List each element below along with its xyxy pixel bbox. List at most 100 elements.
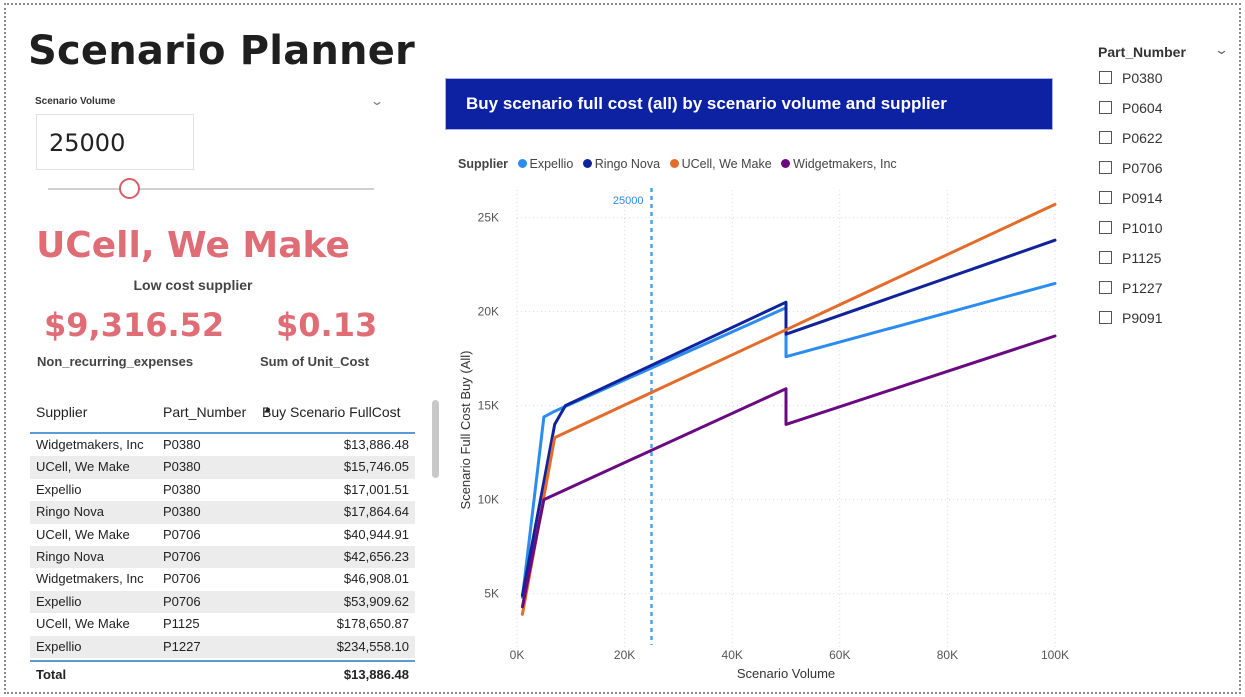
y-tick-label: 15K: [478, 399, 499, 413]
page-title: Scenario Planner: [28, 28, 415, 74]
legend-dot-icon: [582, 159, 592, 168]
cell-cost: $53,909.62: [343, 593, 409, 609]
cell-cost: $178,650.87: [336, 616, 409, 632]
cell-supplier: Ringo Nova: [36, 504, 104, 520]
cell-part: P1125: [163, 616, 200, 632]
table-header: Supplier Part_Number Buy Scenario FullCo…: [30, 398, 415, 434]
checkbox[interactable]: [1099, 251, 1112, 264]
scenario-volume-slider-track[interactable]: [48, 188, 374, 190]
legend-dot-icon: [517, 159, 527, 168]
cell-supplier: Expellio: [36, 481, 82, 497]
checkbox[interactable]: [1099, 161, 1112, 174]
filter-item-label: P1227: [1122, 280, 1163, 296]
cost-table: Supplier Part_Number Buy Scenario FullCo…: [30, 398, 415, 688]
cell-cost: $42,656.23: [343, 548, 409, 564]
x-tick-label: 0K: [510, 648, 525, 662]
cell-supplier: Widgetmakers, Inc: [36, 437, 144, 452]
checkbox[interactable]: [1099, 101, 1112, 114]
table-row[interactable]: Widgetmakers, Inc P0380 $13,886.48: [30, 434, 415, 456]
filter-item-label: P0706: [1122, 160, 1163, 176]
legend-item-ucell[interactable]: UCell, We Make: [669, 157, 772, 171]
cell-part: P0706: [163, 571, 201, 587]
table-row[interactable]: Ringo Nova P0706 $42,656.23: [30, 545, 415, 569]
unit-cost-kpi-label: Sum of Unit_Cost: [260, 354, 370, 369]
low-cost-supplier-label: Low cost supplier: [133, 277, 253, 293]
cell-part: P0380: [163, 504, 201, 520]
checkbox[interactable]: [1099, 191, 1112, 204]
table-row[interactable]: Expellio P1227 $234,558.10: [30, 635, 415, 658]
cell-part: P0706: [163, 593, 201, 609]
column-header-buy-scenario-fullcost[interactable]: Buy Scenario FullCost: [262, 404, 401, 420]
legend-dot-icon: [781, 159, 791, 168]
cell-supplier: UCell, We Make: [36, 526, 130, 542]
legend-dot-icon: [669, 159, 679, 168]
series-line-ringo-nova[interactable]: [520, 238, 1057, 597]
filter-item-label: P1125: [1122, 250, 1162, 266]
x-tick-label: 100K: [1041, 648, 1069, 662]
cell-cost: $13,886.48: [343, 437, 409, 452]
y-tick-label: 20K: [478, 305, 499, 319]
table-row[interactable]: Expellio P0380 $17,001.51: [30, 479, 415, 501]
part-number-filter-title: Part_Number: [1098, 44, 1186, 60]
filter-item-label: P0380: [1122, 70, 1163, 86]
legend-label: Widgetmakers, Inc: [793, 157, 897, 171]
table-scrollbar[interactable]: [432, 400, 439, 478]
legend-item-expellio[interactable]: Expellio: [517, 157, 574, 171]
y-tick-label: 5K: [484, 587, 499, 601]
column-header-part-number[interactable]: Part_Number: [163, 404, 246, 420]
cell-cost: $46,908.01: [343, 571, 409, 587]
y-axis-title: Scenario Full Cost Buy (All): [458, 351, 473, 510]
chart-header-banner: Buy scenario full cost (all) by scenario…: [445, 78, 1053, 130]
legend-label: Expellio: [529, 157, 574, 171]
scenario-volume-label: Scenario Volume: [35, 96, 116, 107]
table-row[interactable]: Expellio P0706 $53,909.62: [30, 590, 415, 614]
cell-supplier: UCell, We Make: [36, 459, 130, 475]
filter-item-label: P0604: [1122, 100, 1163, 116]
checkbox[interactable]: [1099, 131, 1112, 144]
filter-item-label: P0914: [1122, 190, 1163, 206]
total-value: $13,886.48: [343, 666, 409, 682]
sort-ascending-icon[interactable]: ▲: [263, 404, 272, 414]
series-line-ucell-we-make[interactable]: [520, 202, 1057, 616]
cell-supplier: Ringo Nova: [36, 548, 104, 564]
series-line-widgetmakers-inc[interactable]: [520, 334, 1057, 609]
cell-part: P0706: [163, 548, 201, 564]
cell-supplier: Widgetmakers, Inc: [36, 571, 144, 587]
table-row[interactable]: Widgetmakers, Inc P0706 $46,908.01: [30, 568, 415, 590]
legend-item-widgetmakers[interactable]: Widgetmakers, Inc: [781, 157, 897, 171]
cell-cost: $234,558.10: [336, 638, 409, 654]
checkbox[interactable]: [1099, 311, 1112, 324]
table-total-row: Total $13,886.48: [30, 659, 415, 688]
x-axis-title: Scenario Volume: [737, 666, 835, 681]
checkbox[interactable]: [1099, 71, 1112, 84]
checkbox[interactable]: [1099, 281, 1112, 294]
total-label: Total: [36, 666, 67, 682]
table-row[interactable]: UCell, We Make P0380 $15,746.05: [30, 456, 415, 479]
line-chart[interactable]: 5K 10K 15K 20K 25K 0K 20K 40K 60K 80K 100K Scenario…: [450, 180, 1080, 685]
filter-item-label: P0622: [1122, 130, 1163, 146]
column-header-supplier[interactable]: Supplier: [36, 404, 87, 420]
cell-part: P1227: [163, 638, 201, 654]
chevron-down-icon[interactable]: ⌄: [370, 94, 384, 108]
cell-cost: $40,944.91: [343, 526, 409, 542]
chevron-down-icon[interactable]: ⌄: [1214, 42, 1229, 58]
table-row[interactable]: Ringo Nova P0380 $17,864.64: [30, 501, 415, 524]
filter-item-label: P1010: [1122, 220, 1163, 236]
legend-item-ringo-nova[interactable]: Ringo Nova: [582, 157, 661, 171]
y-tick-label: 25K: [478, 211, 499, 225]
scenario-volume-input[interactable]: 25000: [36, 114, 194, 170]
y-tick-label: 10K: [478, 493, 499, 507]
filter-item-label: P9091: [1122, 310, 1163, 326]
cell-supplier: UCell, We Make: [36, 616, 130, 632]
table-row[interactable]: UCell, We Make P0706 $40,944.91: [30, 524, 415, 546]
checkbox[interactable]: [1099, 221, 1112, 234]
cell-supplier: Expellio: [36, 638, 82, 654]
scenario-volume-slider-handle[interactable]: [118, 178, 140, 199]
x-tick-label: 40K: [722, 648, 743, 662]
nre-kpi-value: $9,316.52: [44, 306, 225, 344]
cell-cost: $17,864.64: [343, 504, 409, 520]
series-line-expellio[interactable]: [520, 281, 1057, 599]
table-row[interactable]: UCell, We Make P1125 $178,650.87: [30, 613, 415, 635]
x-tick-label: 20K: [614, 648, 635, 662]
legend-label: Ringo Nova: [594, 157, 661, 171]
